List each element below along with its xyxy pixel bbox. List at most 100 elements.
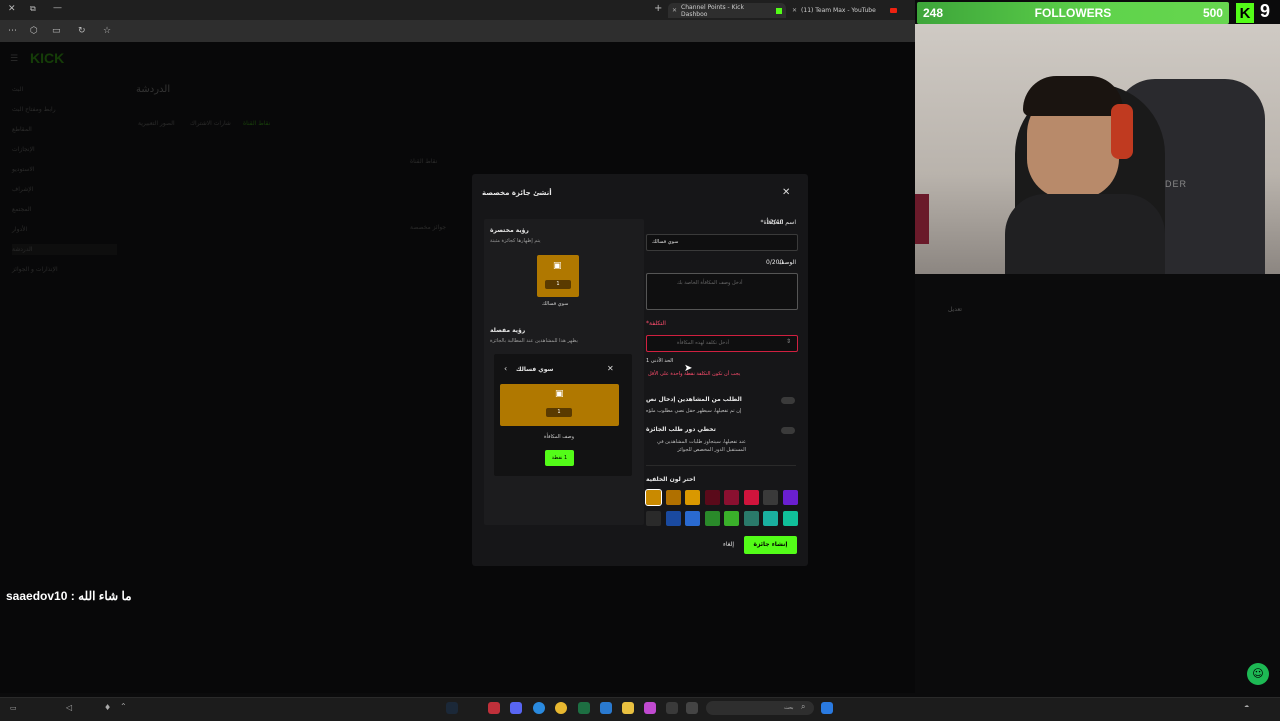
chat-username: saaedov10 <box>6 589 68 603</box>
mic-icon[interactable]: ♦ <box>104 703 111 712</box>
tab-channel-points[interactable]: ✕ Channel Points - Kick Dashboo <box>668 3 786 18</box>
gift-icon: ▣ <box>555 389 564 399</box>
sidebar-icon[interactable]: ▭ <box>52 26 61 36</box>
kick-k-icon: K <box>1236 3 1254 23</box>
toggle1-label: الطلب من المشاهدين إدخال نص <box>646 396 742 403</box>
skip-queue-toggle[interactable] <box>781 427 795 434</box>
description-placeholder: أدخل وصف المكافأة الخاصة بك <box>677 280 743 286</box>
cost-error: يجب أن تكون التكلفة نقطة واحدة على الأقل <box>648 371 741 377</box>
app-icon[interactable] <box>666 702 678 714</box>
modal-title: أنشئ جائزة مخصصة <box>482 189 552 197</box>
app-icon[interactable] <box>488 702 500 714</box>
color-swatch[interactable] <box>763 511 778 526</box>
color-swatch[interactable] <box>743 490 759 505</box>
chat-separator: : <box>67 589 79 603</box>
refresh-icon[interactable]: ↻ <box>78 26 86 36</box>
search-icon: ⌕ <box>801 702 806 711</box>
tab-close-icon[interactable]: ✕ <box>792 7 797 14</box>
bookmark-star-icon[interactable]: ☆ <box>103 26 111 36</box>
description-textarea[interactable]: أدخل وصف المكافأة الخاصة بك <box>646 273 798 310</box>
color-swatch[interactable] <box>704 511 720 526</box>
windows-taskbar: ▭ ◁ ♦ ⌃ بحث ⌕ ☁ <box>0 697 1280 721</box>
detail-card: ‹ سوي فسالك ✕ ▣ 1 وصف المكافأة 1 نقطة <box>494 354 632 476</box>
steam-icon[interactable] <box>446 702 458 714</box>
edge-icon[interactable] <box>533 702 545 714</box>
edit-link[interactable]: تعديل <box>948 306 962 313</box>
create-reward-modal: أنشئ جائزة مخصصة ✕ رؤية مختصرة يتم إظهار… <box>472 174 808 566</box>
tray-chevron-icon[interactable]: ⌃ <box>120 702 127 711</box>
color-swatch[interactable] <box>665 511 681 526</box>
back-chevron-icon[interactable]: ‹ <box>504 364 507 373</box>
mouse-cursor-icon: ➤ <box>684 363 693 374</box>
windows-start-icon[interactable] <box>821 702 833 714</box>
color-swatch[interactable] <box>665 490 681 505</box>
restore-icon[interactable]: ⧉ <box>30 4 36 14</box>
tab-youtube[interactable]: ✕ (11) Team Max - YouTube <box>788 3 904 18</box>
detail-card-title: سوي فسالك <box>516 366 554 373</box>
cost-label: التكلفة* <box>646 320 666 327</box>
volume-icon[interactable]: ◁ <box>66 703 72 712</box>
reward-tile: ▣ 1 <box>537 255 579 297</box>
cost-placeholder: أدخل تكلفة لهذه المكافأة <box>677 340 729 346</box>
new-tab-icon[interactable]: + <box>654 3 662 14</box>
taskbar-search[interactable]: بحث ⌕ <box>706 701 814 715</box>
color-swatch[interactable] <box>724 490 739 505</box>
tab-close-icon[interactable]: ✕ <box>672 7 677 14</box>
store-icon[interactable] <box>600 702 612 714</box>
color-label: اختر لون الخلفية <box>646 476 696 483</box>
require-text-toggle[interactable] <box>781 397 795 404</box>
stepper-icon[interactable]: ⇕ <box>786 338 791 345</box>
app-icon[interactable] <box>644 702 656 714</box>
color-swatch[interactable] <box>782 490 798 505</box>
task-view-icon[interactable] <box>686 702 698 714</box>
cancel-button[interactable]: إلغاء <box>723 541 734 548</box>
color-swatch[interactable] <box>645 489 662 506</box>
color-swatch[interactable] <box>704 490 720 505</box>
close-window-icon[interactable]: ✕ <box>8 4 16 14</box>
detail-close-icon[interactable]: ✕ <box>607 364 614 373</box>
color-swatch[interactable] <box>685 490 700 505</box>
excel-icon[interactable] <box>578 702 590 714</box>
browser-toolbar: ⋯ ⬡ ▭ ↻ ☆ <box>0 20 915 42</box>
file-explorer-icon[interactable] <box>622 702 634 714</box>
color-swatch[interactable] <box>782 511 798 526</box>
weather-tray[interactable]: ☁ <box>1244 703 1249 709</box>
name-counter: 12/40 <box>766 219 784 226</box>
color-swatch[interactable] <box>763 490 778 505</box>
create-reward-button[interactable]: إنشاء جائزة <box>744 536 797 554</box>
cost-input[interactable]: أدخل تكلفة لهذه المكافأة ⇕ <box>646 335 798 352</box>
followers-current: 248 <box>923 6 944 20</box>
preview-short-desc: يتم إظهارها كجائزة مثبتة <box>490 238 541 244</box>
redeem-button[interactable]: 1 نقطة <box>545 450 574 466</box>
chat-text: ما شاء الله <box>78 589 132 603</box>
tab-title: (11) Team Max - YouTube <box>801 7 876 14</box>
reward-name-input[interactable]: سوي فسالك <box>646 234 798 251</box>
minimize-icon[interactable]: — <box>53 3 62 13</box>
reward-name-preview: سوي فسالك <box>542 301 569 307</box>
extensions-icon[interactable]: ⬡ <box>30 26 38 36</box>
kick-count: 9 <box>1260 1 1271 21</box>
preview-short-title: رؤية مختصرة <box>490 227 529 234</box>
cost-minimum: الحد الأدنى 1 <box>646 358 674 364</box>
close-icon[interactable]: ✕ <box>782 187 790 198</box>
color-swatch[interactable] <box>646 511 661 526</box>
color-swatch[interactable] <box>743 511 759 526</box>
preview-full-title: رؤية مفصلة <box>490 327 526 334</box>
followers-goal: 500 <box>1202 6 1223 20</box>
description-counter: 0/200 <box>766 259 784 266</box>
color-swatch[interactable] <box>724 511 739 526</box>
preview-panel: رؤية مختصرة يتم إظهارها كجائزة مثبتة ▣ 1… <box>484 219 644 525</box>
webcam-feed: LEADER <box>915 24 1280 274</box>
clock-tray[interactable]: ▭ <box>10 704 17 712</box>
chrome-icon[interactable] <box>555 702 567 714</box>
youtube-favicon-icon <box>889 8 897 13</box>
reward-cost-badge: 1 <box>545 280 571 289</box>
shelf-object <box>915 194 929 244</box>
gift-icon: ▣ <box>553 261 562 271</box>
color-swatch-row <box>645 489 799 506</box>
color-swatch[interactable] <box>685 511 700 526</box>
kick-favicon-icon <box>776 7 782 14</box>
menu-icon[interactable]: ⋯ <box>8 26 17 36</box>
chat-bubble-icon[interactable]: ☺ <box>1247 663 1269 685</box>
discord-icon[interactable] <box>510 702 522 714</box>
